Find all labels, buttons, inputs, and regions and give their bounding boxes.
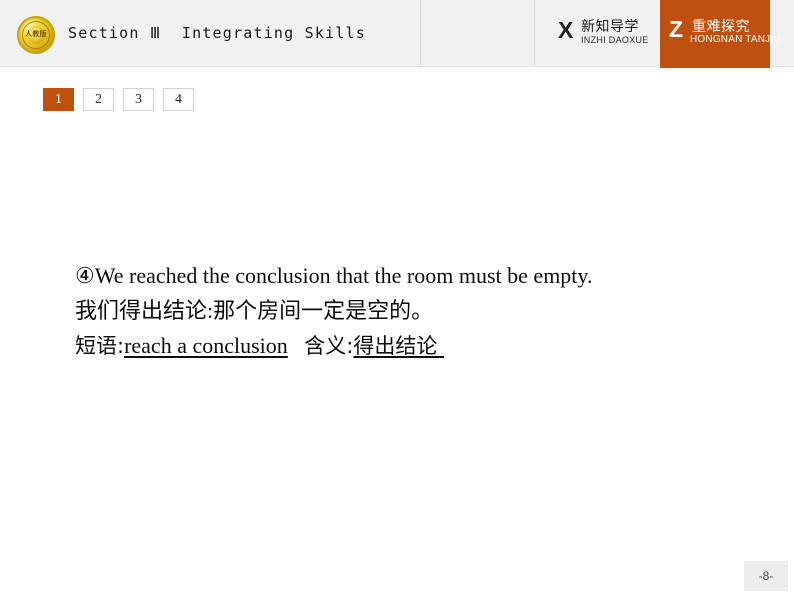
logo-label: 人教版 — [25, 31, 47, 38]
tab-3[interactable]: 3 — [123, 88, 154, 111]
badge-x-letter: X — [558, 17, 574, 43]
page-number-badge: -8- — [744, 561, 788, 591]
tab-strip: 1234 — [43, 88, 203, 111]
badge-z-chinese: 重难探究 — [692, 19, 750, 35]
badge-z-pinyin: HONGNAN TANJIU — [690, 34, 781, 45]
tab-1[interactable]: 1 — [43, 88, 74, 111]
example-sentence-chinese: 我们得出结论:那个房间一定是空的。 — [75, 298, 434, 323]
tab-2[interactable]: 2 — [83, 88, 114, 111]
badge-x-chinese: 新知导学 — [581, 19, 639, 35]
slide-content: ④We reached the conclusion that the room… — [75, 258, 735, 364]
phrase-value: reach a conclusion — [124, 333, 288, 358]
meaning-label: 含义: — [304, 334, 354, 358]
example-sentence-english: ④We reached the conclusion that the room… — [75, 263, 593, 288]
phrase-meaning-gap — [288, 333, 305, 358]
badge-xinzhi-daoxue[interactable]: X 新知导学 INZHI DAOXUE — [556, 14, 660, 54]
meaning-value: 得出结论 — [353, 334, 445, 358]
phrase-meaning-row: 短语:reach a conclusion 含义:得出结论 — [75, 328, 735, 364]
page-title: Section Ⅲ Integrating Skills — [68, 24, 367, 42]
header-spacer-panel — [420, 0, 534, 67]
tab-4[interactable]: 4 — [163, 88, 194, 111]
phrase-label: 短语: — [75, 334, 125, 358]
gold-seal-logo-icon: 人教版 — [17, 16, 55, 54]
page-header: 人教版 Section Ⅲ Integrating Skills X 新知导学 … — [0, 0, 794, 68]
badge-z-letter: Z — [669, 16, 684, 42]
badge-zhongnan-tanjiu[interactable]: Z 重难探究 HONGNAN TANJIU — [660, 0, 781, 68]
badge-x-pinyin: INZHI DAOXUE — [581, 35, 649, 45]
